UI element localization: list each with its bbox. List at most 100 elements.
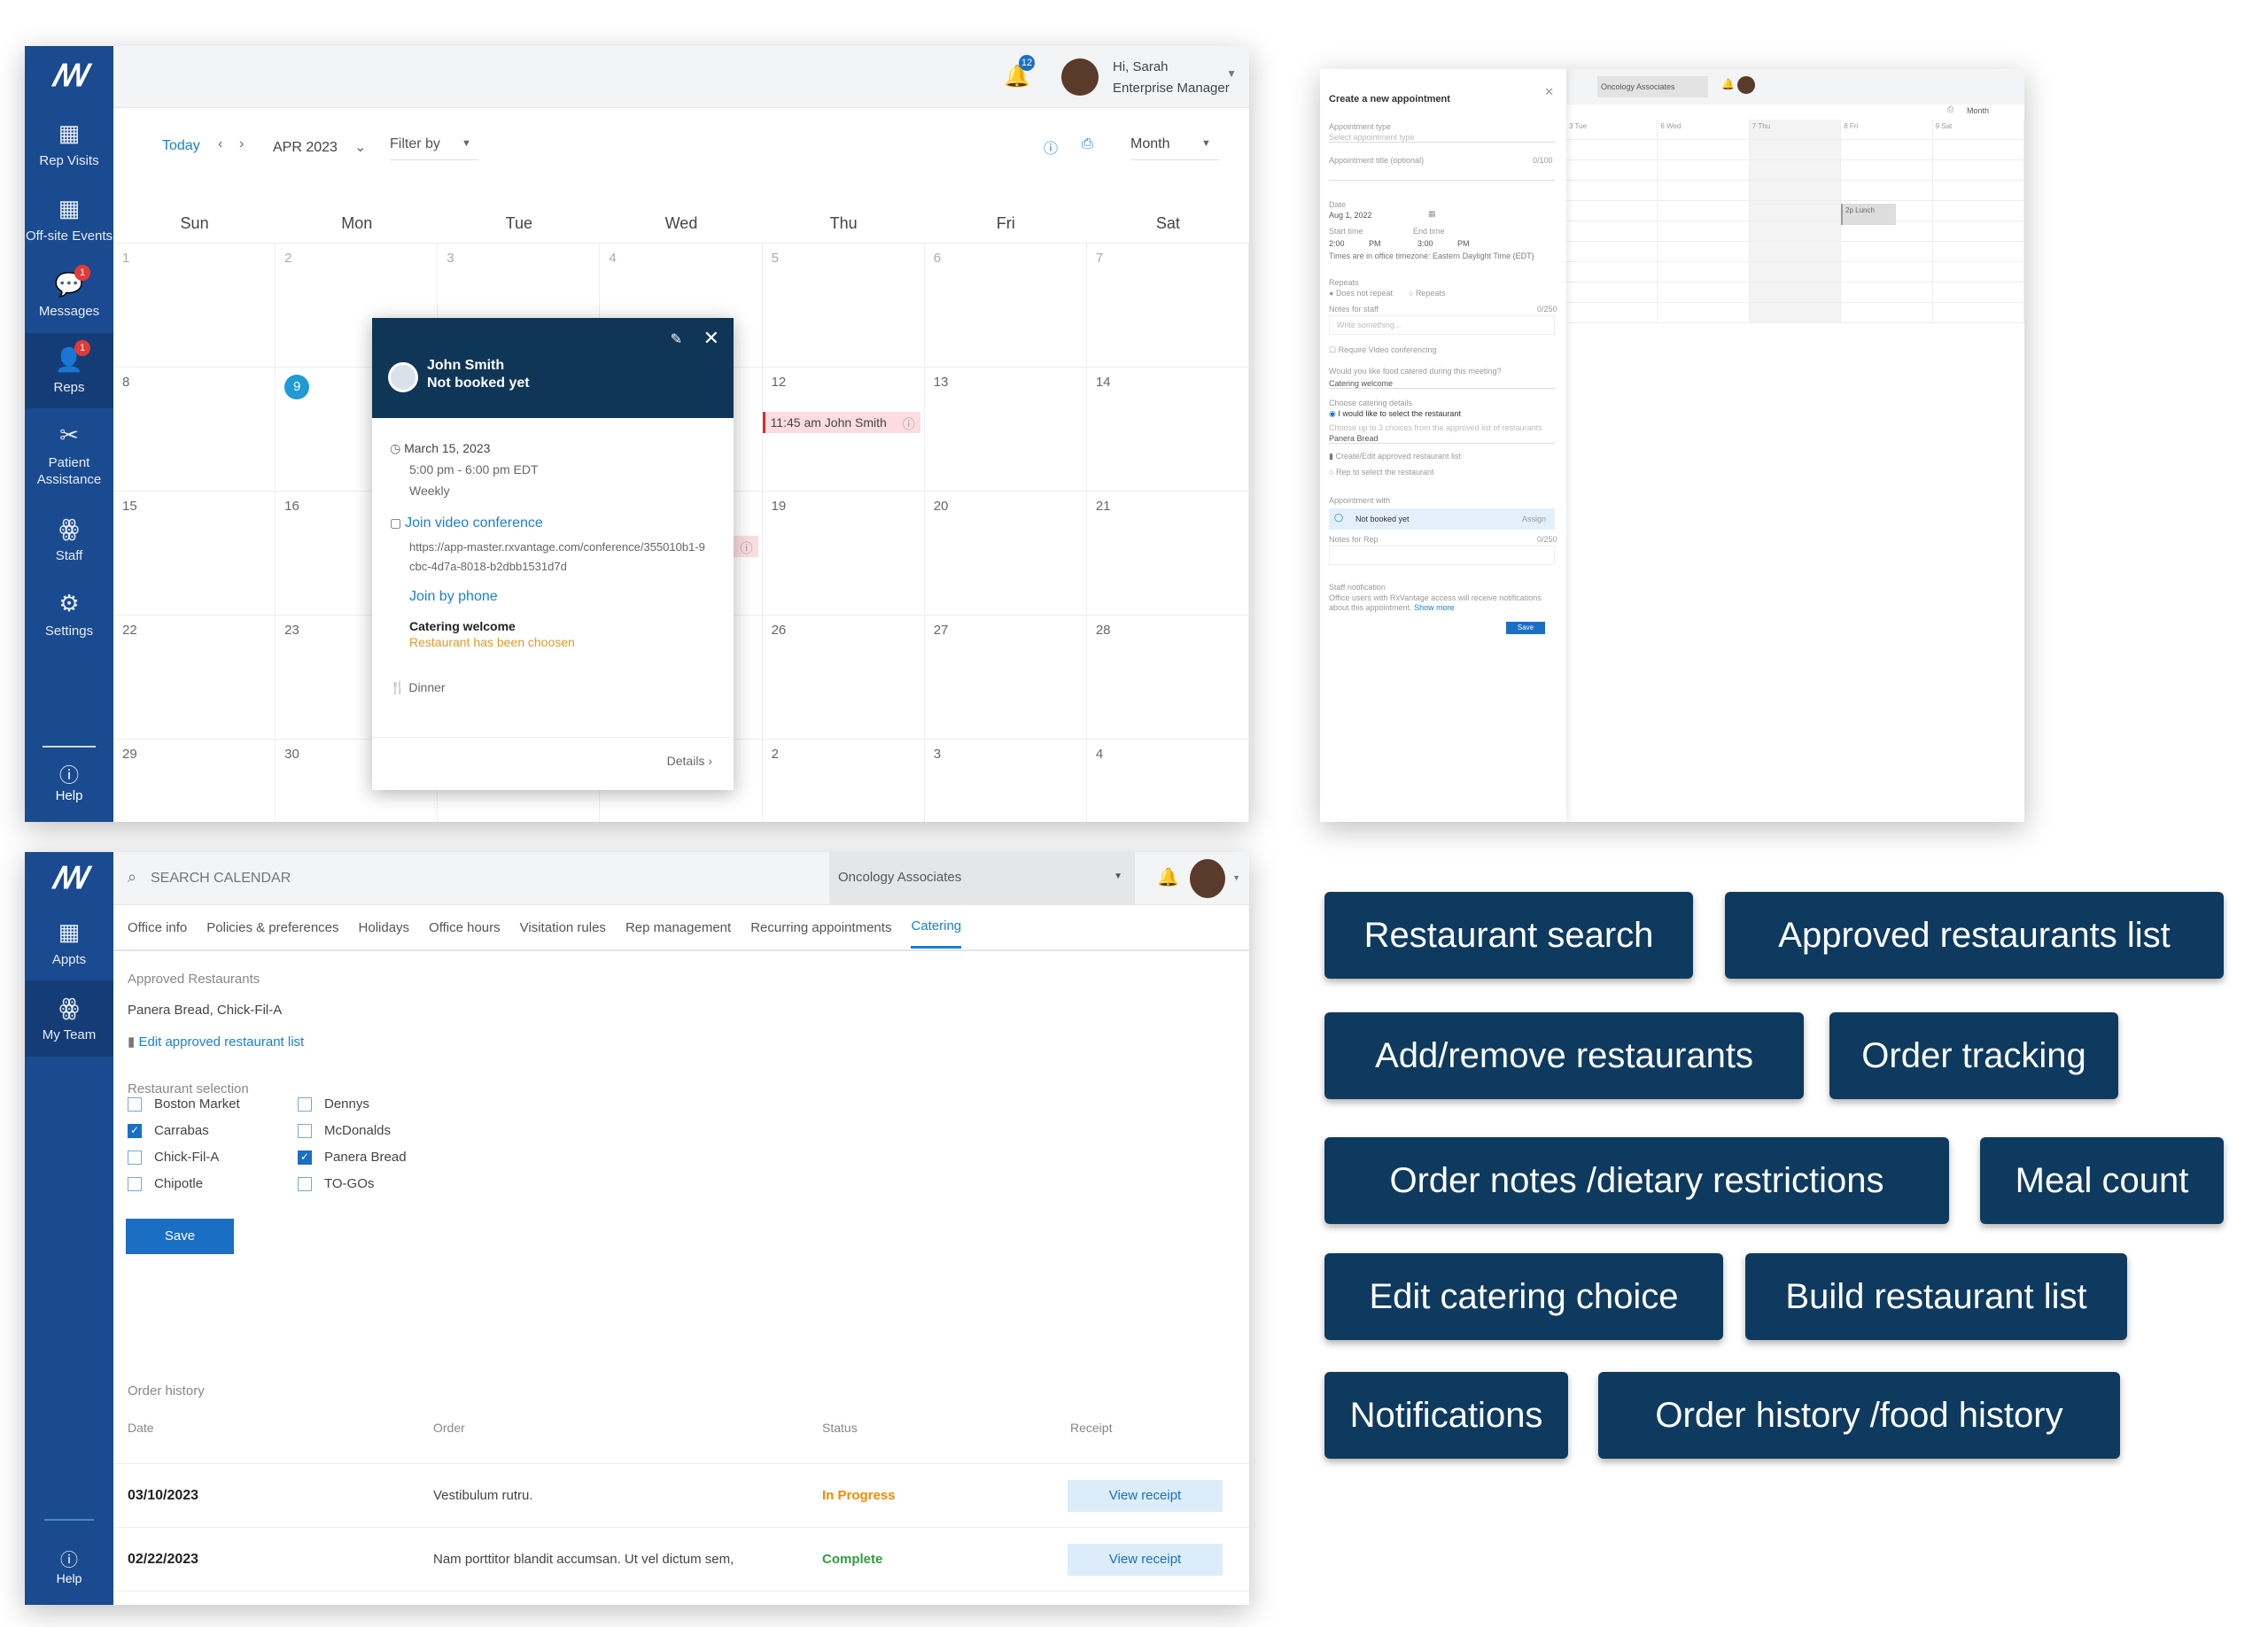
lunch-event[interactable]: 2p Lunch [1841, 204, 1896, 225]
date-input[interactable]: Aug 1, 2022 [1329, 211, 1372, 220]
day-cell[interactable]: 5 [762, 244, 925, 368]
sidebar-item-messages[interactable]: 💬 Messages 1 [25, 258, 113, 333]
avatar[interactable] [1737, 76, 1755, 94]
day-cell[interactable]: 3 [925, 740, 1087, 822]
today-button[interactable]: Today [162, 138, 200, 154]
print-icon[interactable]: ⎙ [1082, 136, 1093, 152]
day-cell[interactable]: 21 [1086, 492, 1249, 616]
title-input[interactable] [1329, 167, 1555, 181]
day-cell[interactable]: 7 [1086, 244, 1249, 368]
day-cell[interactable]: 27 [924, 616, 1087, 740]
close-icon[interactable]: ✕ [1544, 85, 1554, 99]
assign-link[interactable]: Assign [1522, 515, 1546, 523]
checkbox[interactable]: ✓ [298, 1151, 312, 1166]
tab-recurring-appointments[interactable]: Recurring appointments [750, 908, 891, 948]
edit-approved-list-link[interactable]: ▮ Create/Edit approved restaurant list [1329, 452, 1461, 461]
chevron-down-icon[interactable]: ⌄ [354, 138, 366, 156]
week-column[interactable]: 9 Sat [1932, 120, 2024, 323]
show-more-link[interactable]: Show more [1414, 603, 1455, 612]
user-menu[interactable]: Hi, Sarah Enterprise Manager [1113, 57, 1230, 99]
checkbox[interactable]: ✓ [128, 1124, 142, 1139]
save-button[interactable]: Save [1506, 622, 1545, 634]
view-receipt-button[interactable]: View receipt [1068, 1543, 1223, 1576]
sidebar-item-settings[interactable]: ⚙ Settings [25, 577, 113, 652]
restaurant-checkbox[interactable]: Boston Market [128, 1091, 240, 1118]
day-cell[interactable]: 26 [762, 616, 925, 740]
calendar-icon[interactable]: ▦ [1428, 209, 1436, 219]
restaurant-checkbox[interactable]: Dennys [298, 1091, 407, 1118]
rep-notes-input[interactable] [1329, 546, 1555, 565]
week-column[interactable]: 6 Wed [1658, 120, 1750, 323]
avatar[interactable] [1061, 58, 1099, 96]
checkbox[interactable] [298, 1177, 312, 1192]
day-cell[interactable]: 20 [924, 492, 1087, 616]
calendar-event[interactable]: 11:45 am John Smith ⓘ [762, 412, 920, 433]
help-button[interactable]: ⓘ Help [44, 1519, 94, 1587]
sidebar-item-staff[interactable]: ꙮ Staff [25, 501, 113, 577]
info-icon[interactable]: ⓘ [1044, 136, 1058, 158]
day-cell[interactable]: 1 [113, 244, 276, 368]
tab-policies-preferences[interactable]: Policies & preferences [206, 908, 338, 948]
start-ampm[interactable]: PM [1369, 239, 1381, 248]
restaurant-checkbox[interactable]: Chick-Fil-A [128, 1144, 240, 1171]
view-receipt-button[interactable]: View receipt [1068, 1479, 1223, 1512]
sidebar-item-appts[interactable]: ▦ Appts [25, 905, 113, 980]
tab-catering[interactable]: Catering [911, 906, 962, 949]
day-cell[interactable]: 13 [924, 368, 1087, 492]
day-cell[interactable]: 22 [113, 616, 276, 740]
chevron-down-icon[interactable]: ▼ [1226, 67, 1237, 80]
join-phone-link[interactable]: Join by phone [409, 589, 498, 604]
checkbox[interactable] [128, 1151, 142, 1166]
edit-icon[interactable]: ✎ [671, 330, 682, 348]
notes-input[interactable]: Write something... [1329, 315, 1555, 335]
month-select[interactable]: APR 2023 [273, 140, 338, 156]
view-select[interactable]: Month [1967, 106, 1989, 115]
avatar[interactable] [1190, 859, 1225, 898]
day-cell[interactable]: 8 [113, 368, 276, 492]
day-cell[interactable]: 15 [113, 492, 276, 616]
bell-icon[interactable]: 🔔 [1721, 78, 1735, 90]
tab-office-info[interactable]: Office info [128, 908, 187, 948]
select-restaurant-radio[interactable]: ◉ I would like to select the restaurant [1329, 409, 1461, 419]
sidebar-item-patient-assistance[interactable]: ✂ Patient Assistance [25, 408, 113, 501]
info-icon[interactable]: ⓘ [741, 539, 753, 557]
search-input[interactable] [151, 866, 505, 891]
close-icon[interactable]: ✕ [703, 327, 719, 350]
day-cell[interactable]: 12 11:45 am John Smith ⓘ [762, 368, 925, 492]
restaurant-checkbox[interactable]: ✓ Carrabas [128, 1118, 240, 1144]
day-cell[interactable]: 29 [113, 740, 276, 822]
info-icon[interactable]: ⓘ [903, 415, 915, 433]
checkbox[interactable] [298, 1124, 312, 1139]
end-ampm[interactable]: PM [1457, 239, 1470, 248]
edit-approved-list-link[interactable]: ▮ Edit approved restaurant list [128, 1034, 304, 1050]
checkbox[interactable] [128, 1177, 142, 1192]
tab-holidays[interactable]: Holidays [359, 908, 410, 948]
bell-icon[interactable]: 🔔 [1157, 866, 1179, 888]
restaurant-checkbox[interactable]: McDonalds [298, 1118, 407, 1144]
tab-rep-management[interactable]: Rep management [625, 908, 731, 948]
print-icon[interactable]: ⎙ [1947, 105, 1953, 114]
day-cell[interactable]: 19 [762, 492, 925, 616]
tab-office-hours[interactable]: Office hours [429, 908, 501, 948]
rep-select-radio[interactable]: ○ Rep to select the restaurant [1329, 468, 1434, 476]
restaurant-select[interactable]: Panera Bread [1329, 434, 1555, 444]
join-video-link[interactable]: Join video conference [405, 515, 543, 531]
start-time[interactable]: 2:00 [1329, 239, 1345, 248]
sidebar-item-my-team[interactable]: ꙮ My Team [25, 980, 113, 1057]
week-column[interactable]: 7 Thu [1749, 120, 1842, 323]
prev-icon[interactable]: ‹ [218, 136, 222, 152]
tab-visitation-rules[interactable]: Visitation rules [520, 908, 606, 948]
day-cell[interactable]: 6 [924, 244, 1087, 368]
restaurant-checkbox[interactable]: ✓ Panera Bread [298, 1144, 407, 1171]
week-column[interactable]: 3 Tue [1566, 120, 1658, 323]
repeats-radio[interactable]: ○ Repeats [1409, 289, 1445, 298]
day-cell[interactable]: 4 [1087, 740, 1249, 822]
end-time[interactable]: 3:00 [1418, 239, 1433, 248]
video-checkbox[interactable]: ☐ Require Video conferencing [1329, 345, 1437, 355]
save-button[interactable]: Save [126, 1219, 234, 1254]
help-button[interactable]: ⓘ Help [43, 746, 96, 804]
day-cell[interactable]: 14 [1086, 368, 1249, 492]
appointment-type-select[interactable]: Select appointment type [1329, 133, 1555, 143]
next-icon[interactable]: › [239, 136, 244, 152]
day-cell[interactable]: 2 [763, 740, 925, 822]
